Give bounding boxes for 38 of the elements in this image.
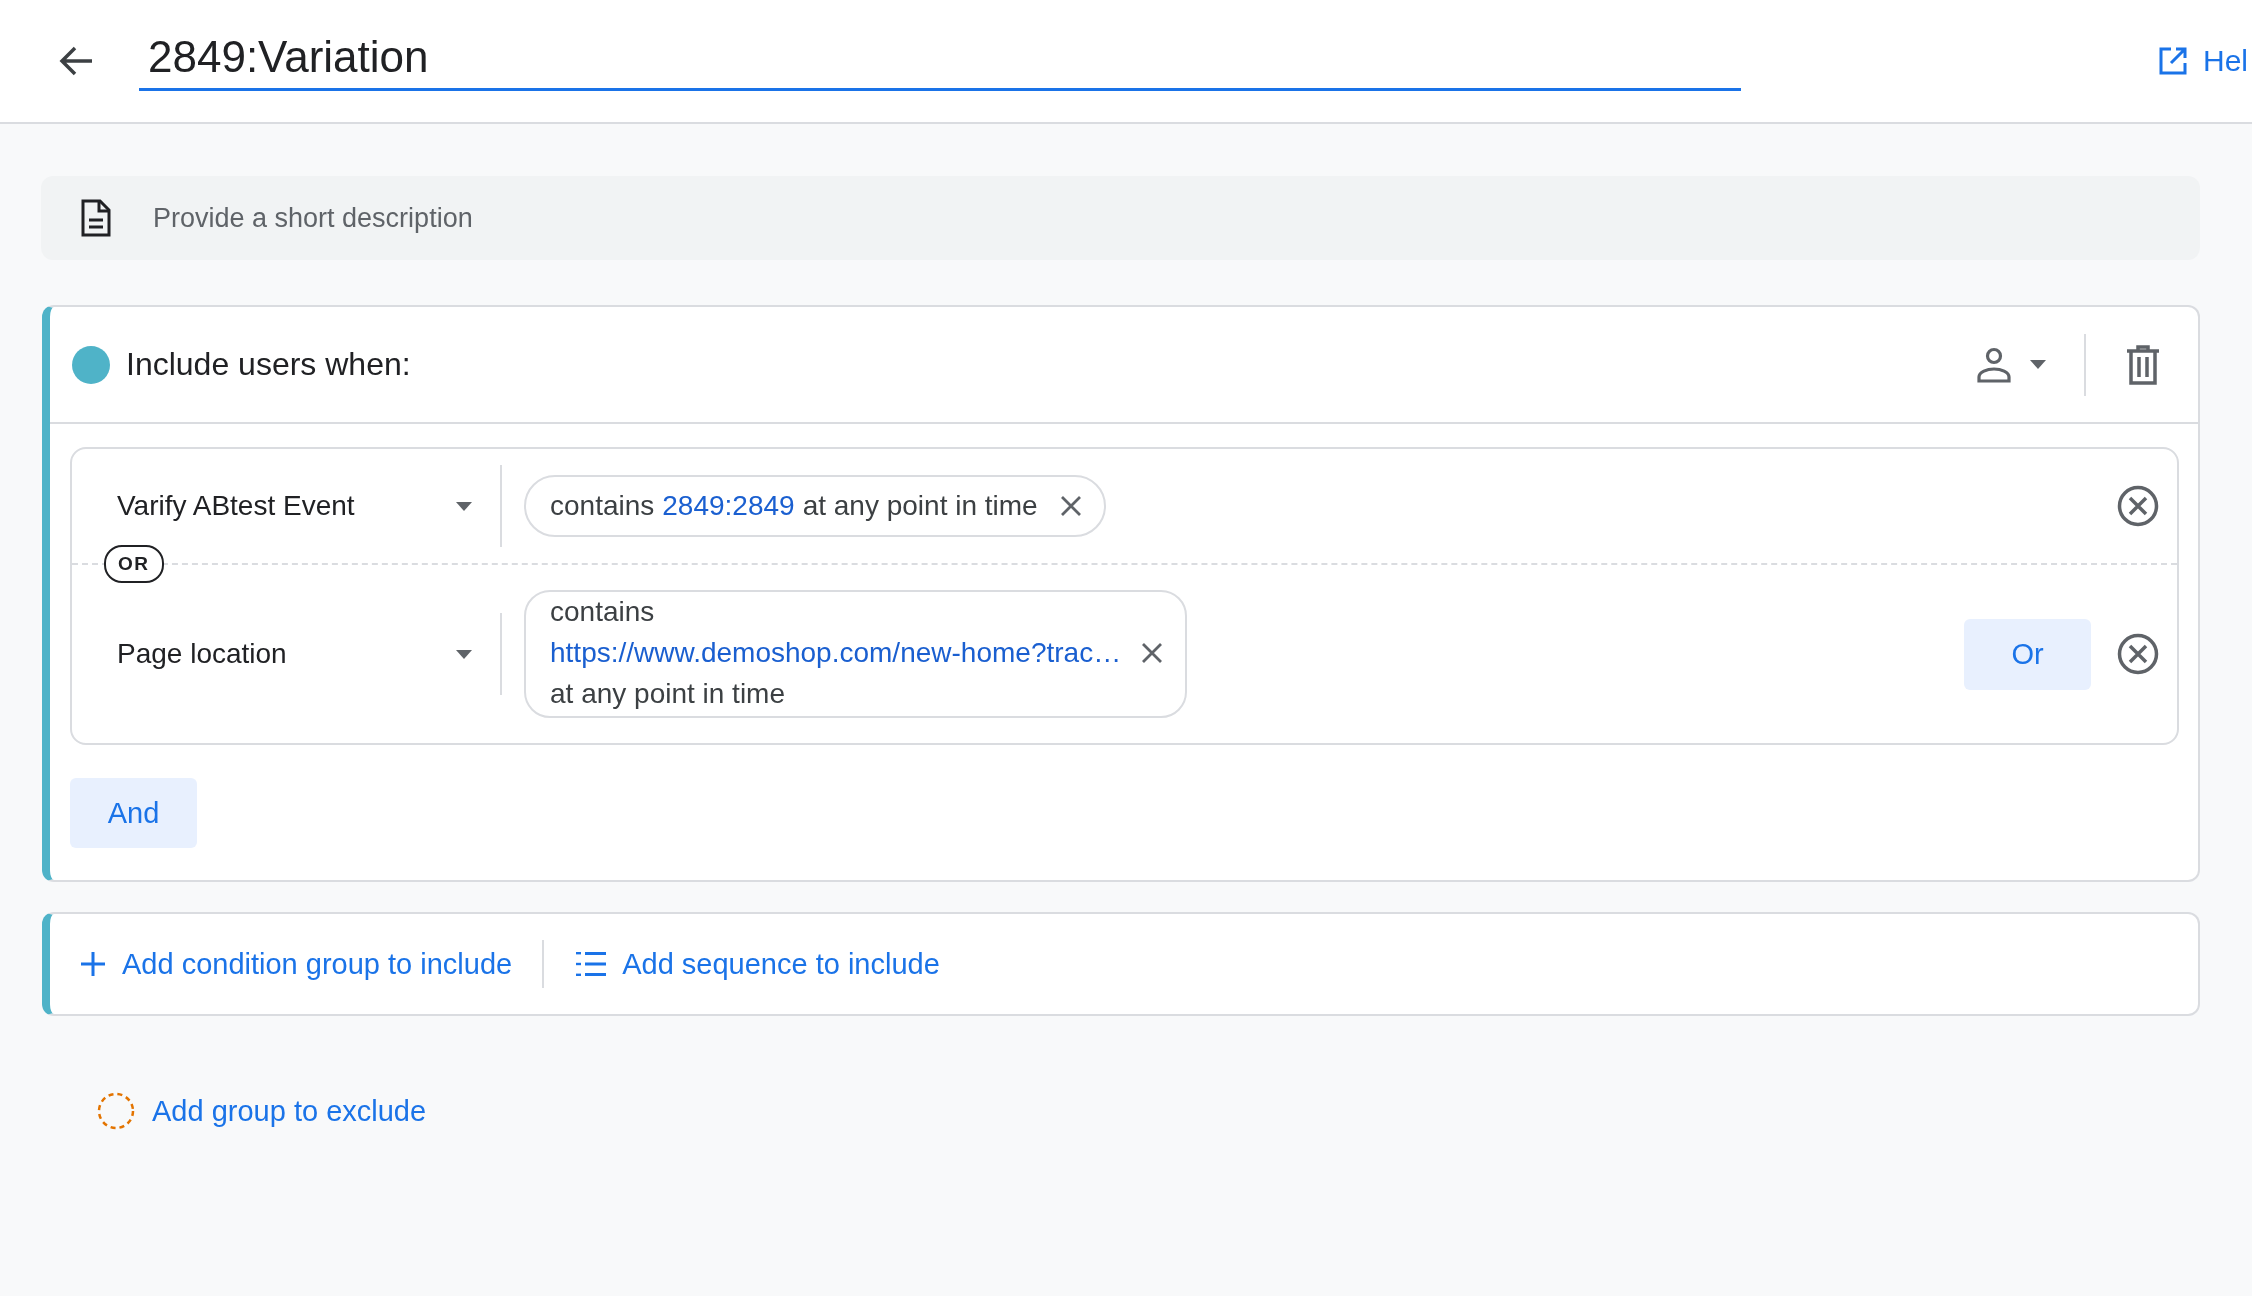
operator-text: contains — [550, 490, 655, 522]
suffix-text: at any point in time — [802, 490, 1038, 522]
add-exclude-link[interactable]: Add group to exclude — [96, 1091, 427, 1131]
remove-circle-icon[interactable] — [2117, 485, 2159, 527]
add-include-link[interactable]: Add sequence to include — [576, 947, 940, 981]
caret-icon — [456, 501, 472, 511]
close-icon[interactable] — [1141, 642, 1164, 664]
or-separator-label: OR — [104, 545, 164, 583]
numbered-list-icon — [576, 951, 607, 977]
dimension-dropdown[interactable]: Varify ABtest Event — [72, 490, 500, 522]
value-text: https://www.demoshop.com/new-home?trac… — [550, 637, 1122, 669]
title-field[interactable]: 2849:Variation — [139, 31, 1741, 91]
dashed-circle-icon — [96, 1091, 136, 1131]
document-icon — [81, 199, 111, 237]
operator-text: contains — [550, 596, 656, 628]
dimension-dropdown[interactable]: Page location — [72, 638, 500, 670]
or-button[interactable]: Or — [1964, 618, 2091, 690]
and-button[interactable]: And — [70, 778, 197, 848]
group-title: Include users when: — [126, 346, 411, 383]
external-link-icon — [2159, 47, 2187, 75]
description-input[interactable]: Provide a short description — [151, 201, 2200, 235]
close-icon[interactable] — [1059, 495, 1082, 517]
plus-icon — [80, 951, 106, 977]
condition-chip[interactable]: contains 2849:2849 at any point in time — [524, 475, 1106, 537]
title-input[interactable]: 2849:Variation — [148, 31, 1741, 82]
remove-circle-icon[interactable] — [2117, 633, 2159, 675]
description-field[interactable]: Provide a short description — [41, 176, 2200, 260]
delete-icon[interactable] — [2126, 344, 2160, 385]
caret-icon — [456, 649, 472, 659]
back-button[interactable] — [58, 45, 94, 77]
help-link[interactable]: Hel — [2159, 44, 2248, 78]
add-include-link[interactable]: Add condition group to include — [80, 947, 513, 981]
scope-dropdown[interactable] — [1976, 346, 2046, 383]
group-dot — [72, 345, 110, 384]
suffix-text: at any point in time — [550, 678, 787, 710]
value-text: 2849:2849 — [662, 490, 795, 522]
caret-icon — [2030, 360, 2046, 369]
condition-chip[interactable]: contains https://www.demoshop.com/new-home?trac… at any point in time — [524, 590, 1188, 718]
